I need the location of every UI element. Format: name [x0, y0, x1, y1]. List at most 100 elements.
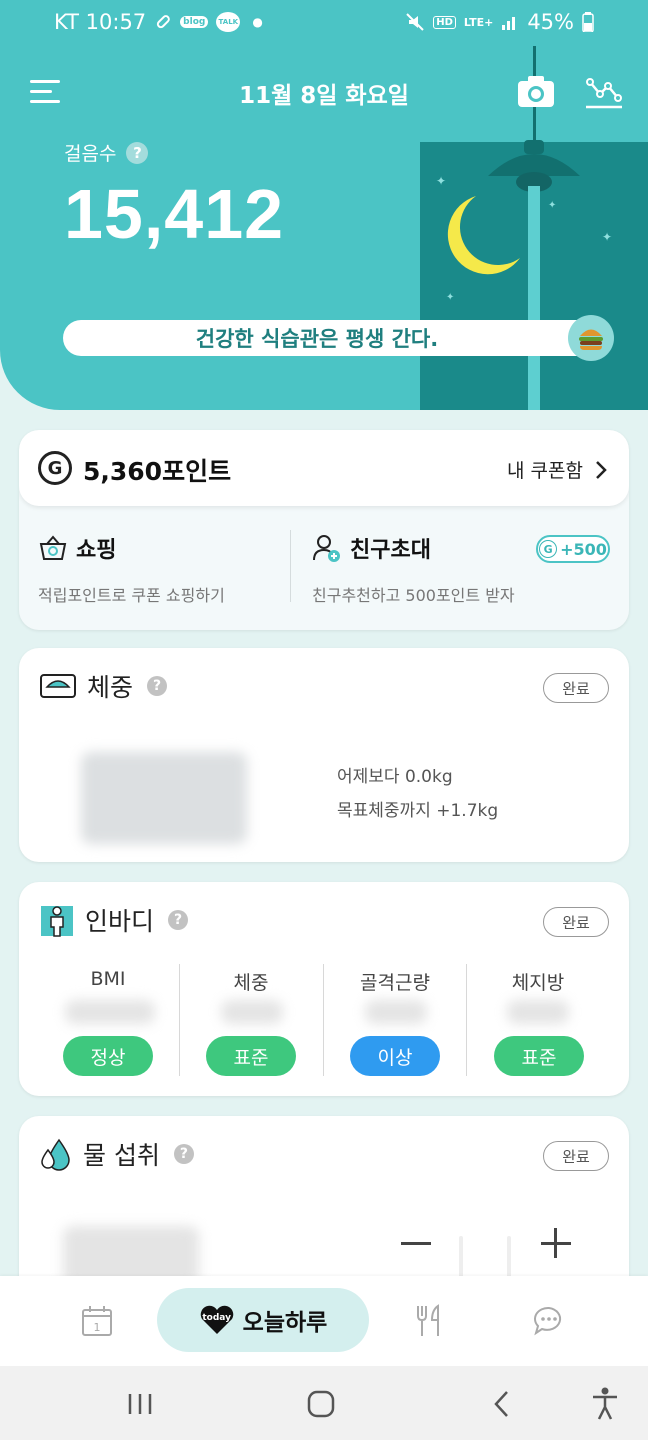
- recent-apps-button[interactable]: [120, 1384, 160, 1424]
- tab-meals[interactable]: [412, 1304, 446, 1338]
- body-composition-card[interactable]: 인바디 ? 완료 BMI 체중 골격근량 체지방 정상 표준 이상 표준: [19, 882, 629, 1096]
- water-decrease-button[interactable]: [401, 1242, 431, 1245]
- graph-button[interactable]: [584, 74, 624, 110]
- done-label: 완료: [562, 913, 590, 932]
- today-badge: today: [202, 1313, 231, 1323]
- mute-icon: [405, 12, 425, 32]
- chat-bubble-icon: [534, 1306, 562, 1336]
- home-button[interactable]: [301, 1384, 341, 1424]
- bc-column-bmi: BMI: [36, 968, 180, 990]
- bonus-coin-icon: G: [539, 540, 558, 558]
- invite-subtitle: 친구추천하고 500포인트 받자: [312, 586, 515, 605]
- accessibility-button[interactable]: [585, 1384, 625, 1424]
- status-label: 정상: [90, 1046, 126, 1069]
- body-comp-done-button[interactable]: 완료: [543, 907, 609, 937]
- today-label: 오늘하루: [242, 1310, 328, 1336]
- done-label: 완료: [562, 679, 590, 698]
- weight-title: 체중: [87, 673, 134, 702]
- bc-value-blurred: [507, 1000, 569, 1024]
- back-button[interactable]: [482, 1384, 522, 1424]
- chevron-right-icon: [596, 460, 607, 479]
- battery-icon: [582, 12, 594, 32]
- body-scan-icon: [41, 906, 73, 937]
- status-label: 표준: [521, 1046, 557, 1069]
- shopping-basket-icon: [39, 535, 67, 560]
- water-drop-icon: [41, 1138, 70, 1171]
- coupon-box-link[interactable]: 내 쿠폰함: [507, 456, 607, 483]
- talk-icon: TALK: [216, 12, 241, 32]
- tab-calendar[interactable]: 1: [80, 1304, 114, 1338]
- status-badge-muscle: 이상: [350, 1036, 440, 1076]
- header: ✦ ✦ ✦ ✦ KT 10:57 blog TALK ● HD LTE+ 45%…: [0, 0, 648, 410]
- system-nav-bar: [0, 1366, 648, 1440]
- bonus-coin-letter: G: [543, 542, 553, 556]
- tab-community[interactable]: [532, 1304, 566, 1338]
- slogan-text: 건강한 식습관은 평생 간다.: [195, 327, 439, 351]
- steps-label-text: 걸음수: [64, 143, 117, 165]
- help-mark: ?: [173, 912, 183, 928]
- camera-button[interactable]: [517, 74, 555, 108]
- bc-value-blurred: [65, 1000, 155, 1024]
- divider: [323, 964, 324, 1076]
- steps-label: 걸음수 ?: [64, 139, 149, 166]
- calendar-icon: 1: [82, 1306, 112, 1336]
- accessibility-icon: [593, 1387, 617, 1420]
- help-icon[interactable]: ?: [173, 1144, 194, 1164]
- status-badge-bmi: 정상: [63, 1036, 153, 1076]
- bc-column-fat: 체지방: [466, 968, 610, 995]
- invite-title: 친구초대: [350, 538, 431, 563]
- scale-icon: [40, 674, 76, 698]
- done-label: 완료: [562, 1147, 590, 1166]
- water-done-button[interactable]: 완료: [543, 1141, 609, 1171]
- status-badge-weight: 표준: [206, 1036, 296, 1076]
- plus-icon: [554, 1228, 557, 1258]
- bc-column-weight: 체중: [179, 968, 323, 995]
- carrier-time: KT 10:57: [54, 10, 147, 34]
- help-icon[interactable]: ?: [147, 676, 168, 696]
- weight-diff: 어제보다 0.0kg 목표체중까지 +1.7kg: [337, 760, 498, 828]
- points-amount: 5,360포인트: [83, 457, 232, 486]
- help-mark: ?: [133, 143, 142, 162]
- divider: [179, 964, 180, 1076]
- bottom-tab-bar: 1 today 오늘하루: [0, 1276, 648, 1366]
- status-label: 이상: [377, 1046, 413, 1069]
- signal-icon: [501, 14, 519, 30]
- diff-yesterday: 어제보다 0.0kg: [337, 767, 453, 787]
- shopping-title: 쇼핑: [76, 538, 117, 563]
- body-comp-title: 인바디: [85, 907, 155, 936]
- lte-icon-text: LTE+: [463, 15, 494, 29]
- help-mark: ?: [179, 1146, 189, 1162]
- tab-today[interactable]: today 오늘하루: [157, 1288, 369, 1352]
- status-label: 표준: [233, 1046, 269, 1069]
- divider: [466, 964, 467, 1076]
- help-icon[interactable]: ?: [126, 141, 149, 164]
- talk-icon-text: TALK: [218, 18, 239, 26]
- points-card: G 5,360포인트 내 쿠폰함 쇼핑 적립포인트로 쿠폰 쇼핑하기 친구초대 …: [19, 430, 629, 630]
- shopping-entry[interactable]: 쇼핑 적립포인트로 쿠폰 쇼핑하기: [38, 532, 298, 606]
- burger-icon: [568, 315, 614, 361]
- calendar-day: 1: [94, 1321, 101, 1334]
- recent-apps-icon: [128, 1394, 152, 1414]
- slogan-banner[interactable]: 건강한 식습관은 평생 간다.: [63, 320, 611, 356]
- help-icon[interactable]: ?: [168, 910, 189, 930]
- dot-icon: ●: [252, 15, 263, 29]
- home-icon: [307, 1390, 335, 1418]
- blog-icon: blog: [180, 16, 209, 28]
- back-icon: [494, 1391, 508, 1417]
- weight-done-button[interactable]: 완료: [543, 673, 609, 703]
- bonus-amount: +500: [560, 539, 607, 559]
- graph-icon: [586, 78, 622, 109]
- divider: [290, 530, 291, 602]
- hd-icon-text: HD: [436, 16, 453, 28]
- help-mark: ?: [152, 678, 162, 694]
- coin-letter: G: [47, 457, 63, 479]
- point-coin-icon: G: [38, 451, 72, 485]
- weight-card[interactable]: 체중 ? 완료 어제보다 0.0kg 목표체중까지 +1.7kg: [19, 648, 629, 862]
- moon-icon: [447, 196, 520, 275]
- status-badge-fat: 표준: [494, 1036, 584, 1076]
- points-summary[interactable]: G 5,360포인트 내 쿠폰함: [19, 430, 629, 506]
- diff-goal: 목표체중까지 +1.7kg: [337, 801, 499, 821]
- heart-icon: today: [199, 1305, 235, 1335]
- blog-icon-text: blog: [183, 17, 206, 27]
- status-bar: KT 10:57 blog TALK ● HD LTE+ 45%: [0, 0, 648, 46]
